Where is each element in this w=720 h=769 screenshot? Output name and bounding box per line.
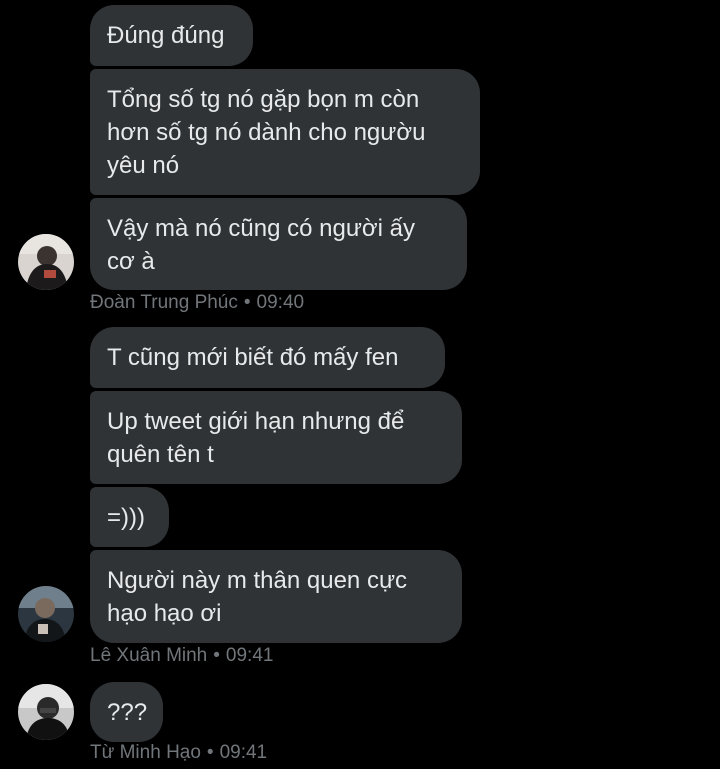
message-meta: Từ Minh Hạo • 09:41 [90,742,267,764]
separator-dot: • [213,645,220,666]
message-meta: Đoàn Trung Phúc • 09:40 [90,292,304,314]
avatar-photo-icon [18,586,74,642]
avatar[interactable] [18,234,74,290]
avatar-photo-icon [18,684,74,740]
separator-dot: • [243,292,251,313]
avatar[interactable] [18,684,74,740]
message-bubble[interactable]: =))) [90,487,169,547]
message-bubble[interactable]: Đúng đúng [90,5,253,66]
timestamp: 09:41 [219,742,268,763]
sender-name[interactable]: Đoàn Trung Phúc [90,292,238,313]
sender-name[interactable]: Lê Xuân Minh [90,645,207,666]
message-meta: Lê Xuân Minh • 09:41 [90,645,273,667]
message-bubble[interactable]: T cũng mới biết đó mấy fen [90,327,445,388]
message-bubble[interactable]: Vậy mà nó cũng có người ấy cơ à [90,198,467,290]
avatar-photo-icon [18,234,74,290]
separator-dot: • [206,742,214,763]
message-bubble[interactable]: Up tweet giới hạn nhưng để quên tên t [90,391,462,484]
message-bubble[interactable]: Tổng số tg nó gặp bọn m còn hơn số tg nó… [90,69,480,195]
avatar[interactable] [18,586,74,642]
message-bubble[interactable]: ??? [90,682,163,742]
timestamp: 09:40 [256,292,305,313]
sender-name[interactable]: Từ Minh Hạo [90,742,201,763]
message-bubble[interactable]: Người này m thân quen cực hạo hạo ơi [90,550,462,643]
timestamp: 09:41 [225,645,274,666]
